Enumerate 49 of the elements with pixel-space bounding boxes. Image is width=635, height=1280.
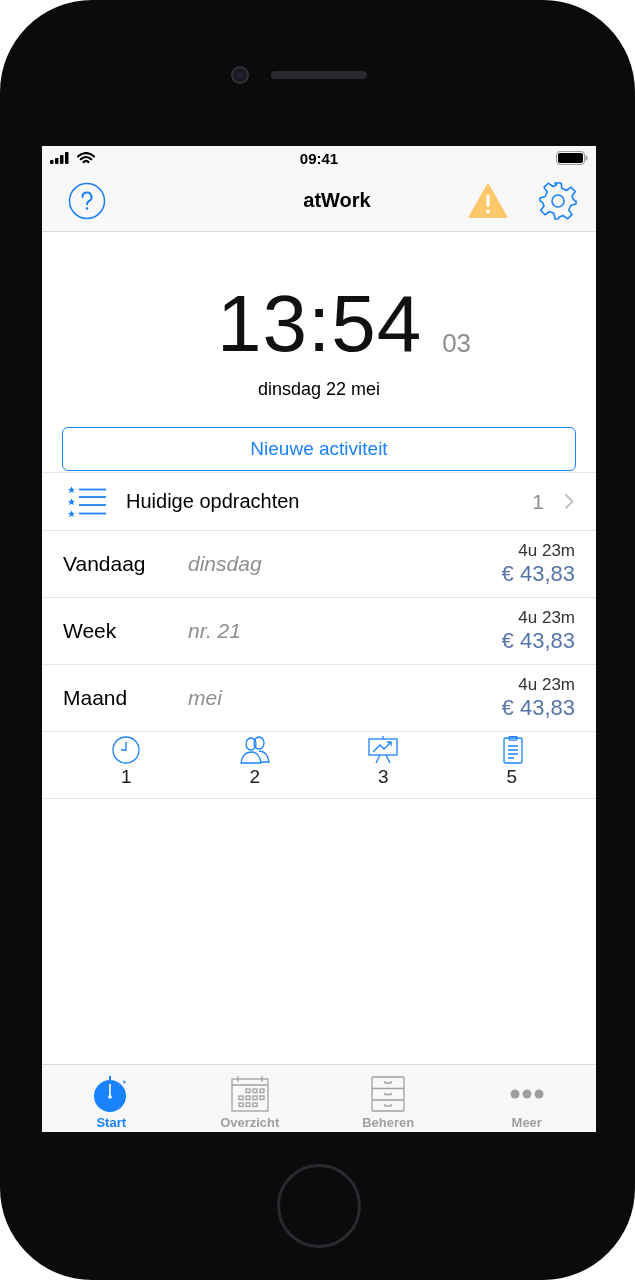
- period-label: Vandaag: [63, 552, 147, 576]
- chart-board-icon[interactable]: [368, 736, 399, 764]
- tab-item[interactable]: Overzicht: [180, 1065, 319, 1132]
- app-title: atWork: [302, 189, 372, 212]
- period-label: Maand: [63, 686, 129, 710]
- period-row[interactable]: Maand mei 4u 23m € 43,83: [42, 665, 596, 732]
- clock-time: 13:54: [216, 283, 423, 365]
- clock-seconds: 03: [442, 328, 472, 359]
- counter-value: 2: [249, 766, 261, 788]
- help-button[interactable]: [68, 181, 106, 220]
- period-amount: € 43,83: [501, 561, 575, 587]
- more-icon: [509, 1089, 544, 1099]
- period-row[interactable]: Vandaag dinsdag 4u 23m € 43,83: [42, 531, 596, 598]
- period-duration: 4u 23m: [518, 675, 575, 695]
- period-row[interactable]: Week nr. 21 4u 23m € 43,83: [42, 598, 596, 665]
- help-icon: [68, 181, 106, 220]
- drawers-icon: [371, 1076, 406, 1112]
- calendar-icon: [230, 1076, 269, 1112]
- counter-value: 3: [377, 766, 389, 788]
- camera-icon: [231, 66, 249, 84]
- period-detail: nr. 21: [188, 619, 242, 643]
- period-amount: € 43,83: [501, 628, 575, 654]
- battery-icon: [556, 151, 588, 165]
- period-amount: € 43,83: [501, 695, 575, 721]
- wifi-icon: [77, 151, 95, 165]
- settings-button[interactable]: [538, 180, 578, 221]
- period-duration: 4u 23m: [518, 541, 575, 561]
- period-duration: 4u 23m: [518, 608, 575, 628]
- new-activity-button[interactable]: Nieuwe activiteit: [62, 427, 576, 471]
- clock-icon[interactable]: [111, 736, 142, 764]
- assignments-row[interactable]: Huidige opdrachten 1: [42, 472, 596, 531]
- tab-item[interactable]: Beheren: [319, 1065, 458, 1132]
- assignments-label: Huidige opdrachten: [126, 490, 301, 513]
- starred-list-icon: [68, 485, 108, 518]
- chevron-right-icon: [564, 493, 574, 510]
- status-time: 09:41: [298, 149, 340, 167]
- period-detail: dinsdag: [188, 552, 263, 576]
- warning-icon: [468, 182, 508, 219]
- counter-value: 5: [506, 766, 518, 788]
- settings-icon: [538, 180, 578, 221]
- people-icon[interactable]: [239, 736, 270, 764]
- counter-value: 1: [120, 766, 132, 788]
- period-label: Week: [63, 619, 118, 643]
- clock-date: dinsdag 22 mei: [257, 379, 381, 400]
- period-detail: mei: [188, 686, 224, 710]
- assignments-count: 1: [532, 489, 544, 514]
- tab-item[interactable]: Meer: [457, 1065, 596, 1132]
- tab-item[interactable]: Start: [42, 1065, 181, 1132]
- signal-icon: [50, 152, 72, 164]
